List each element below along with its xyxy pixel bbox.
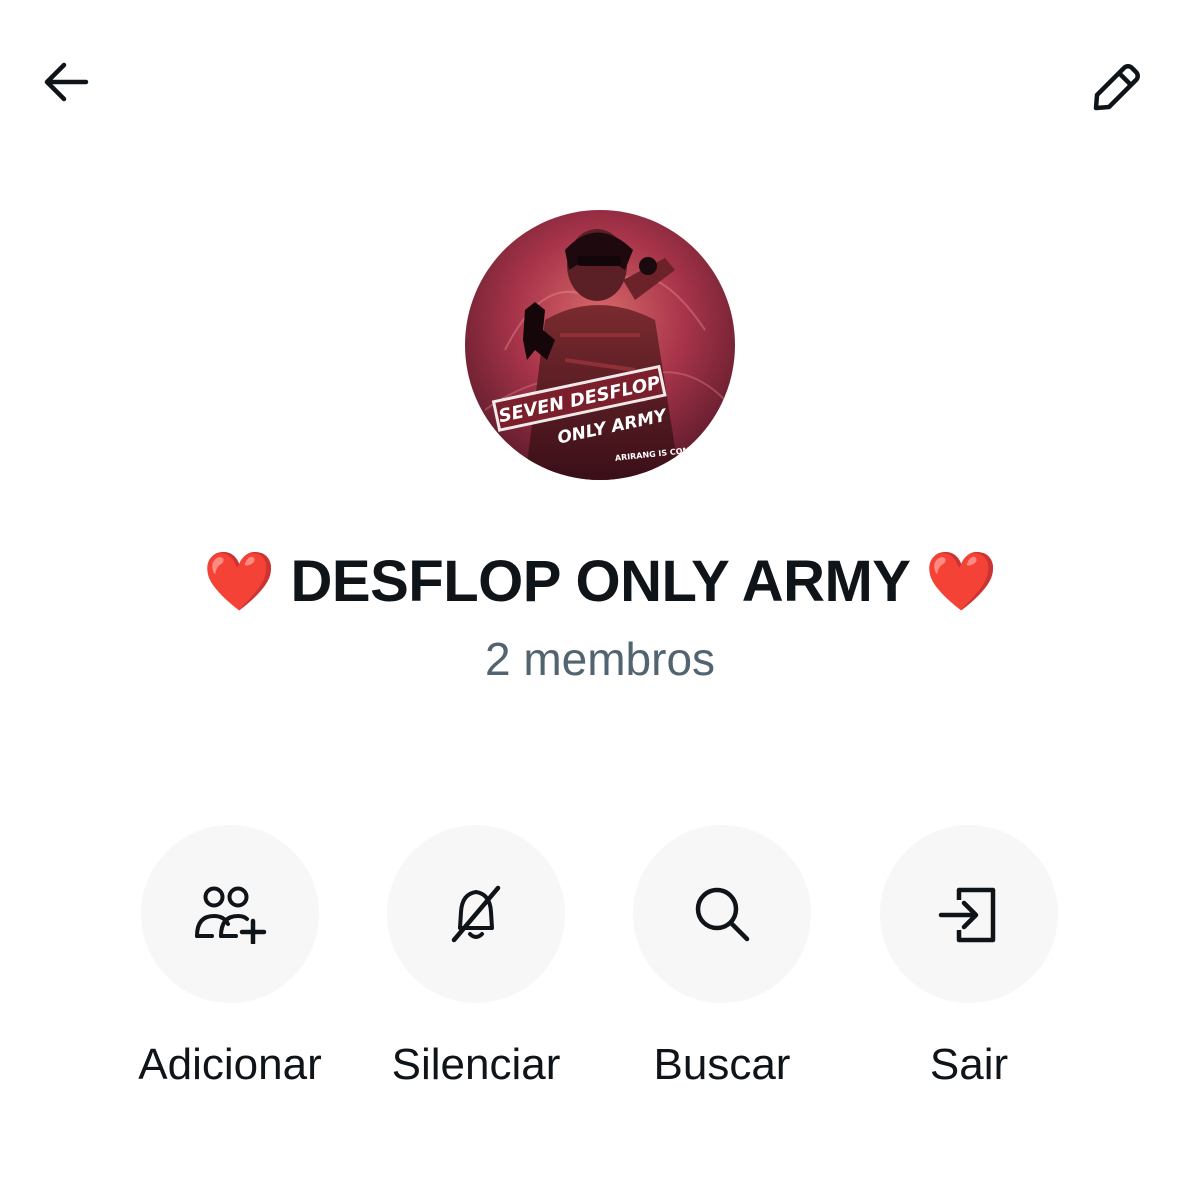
arrow-left-icon — [44, 62, 89, 102]
group-name: ❤️ DESFLOP ONLY ARMY ❤️ — [203, 549, 997, 614]
bell-off-icon — [451, 885, 501, 943]
back-button[interactable] — [28, 44, 104, 120]
mute-circle[interactable] — [387, 825, 565, 1003]
edit-button[interactable] — [1072, 44, 1152, 124]
search-icon — [695, 887, 750, 942]
search-label: Buscar — [653, 1040, 791, 1089]
pencil-icon — [1093, 64, 1140, 111]
mute-label: Silenciar — [391, 1040, 561, 1089]
search-circle[interactable] — [633, 825, 811, 1003]
add-people-button[interactable]: Adicionar — [110, 825, 350, 1105]
add-people-label: Adicionar — [138, 1040, 322, 1089]
exit-icon — [938, 887, 996, 943]
search-button[interactable]: Buscar — [602, 825, 842, 1105]
leave-label: Sair — [929, 1040, 1009, 1089]
add-people-icon — [195, 886, 267, 944]
group-avatar[interactable]: SEVEN DESFLOP ONLY ARMY ARIRANG IS COMIN… — [465, 210, 735, 480]
mute-button[interactable]: Silenciar — [356, 825, 596, 1105]
add-people-circle[interactable] — [141, 825, 319, 1003]
leave-circle[interactable] — [880, 825, 1058, 1003]
leave-button[interactable]: Sair — [849, 825, 1089, 1105]
member-count[interactable]: 2 membros — [0, 632, 1200, 686]
group-info-screen: SEVEN DESFLOP ONLY ARMY ARIRANG IS COMIN… — [0, 0, 1200, 1200]
group-avatar-image: SEVEN DESFLOP ONLY ARMY ARIRANG IS COMIN… — [465, 210, 735, 480]
